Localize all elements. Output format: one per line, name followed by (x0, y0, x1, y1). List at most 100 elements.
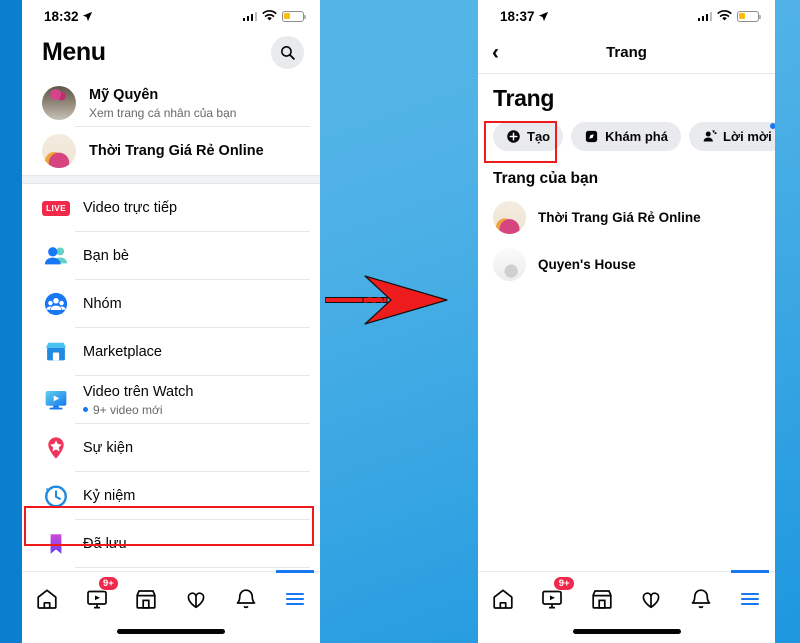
cellular-signal-icon (242, 11, 257, 21)
nav-home[interactable] (22, 582, 72, 616)
page-shortcut-name: Thời Trang Giá Rẻ Online (89, 142, 264, 159)
saved-bookmark-icon (42, 530, 70, 558)
dating-hearts-icon (642, 592, 660, 609)
profile-text: Mỹ Quyên Xem trang cá nhân của bạn (89, 86, 236, 119)
menu-item-events[interactable]: Sự kiện (22, 424, 320, 472)
status-bar-time: 18:37 (500, 8, 535, 24)
search-button[interactable] (271, 36, 304, 69)
location-arrow-icon (538, 11, 548, 21)
menu-item-marketplace[interactable]: Marketplace (22, 328, 320, 376)
menu-item-live[interactable]: LIVE Video trực tiếp (22, 184, 320, 232)
live-badge-text: LIVE (41, 200, 71, 216)
nav-dating[interactable] (171, 582, 221, 616)
friends-icon (42, 242, 70, 270)
profile-row[interactable]: Mỹ Quyên Xem trang cá nhân của bạn (22, 79, 320, 127)
section-title: Trang của bạn (493, 170, 599, 187)
nav-marketplace[interactable] (577, 582, 627, 616)
discover-icon (586, 130, 598, 143)
marketplace-icon (591, 590, 612, 609)
chip-create[interactable]: Tạo (493, 122, 564, 151)
location-arrow-icon (82, 11, 92, 21)
bottom-navigation-right: 9+ (478, 570, 776, 643)
red-right-arrow (324, 272, 475, 328)
status-bar-time-group: 18:37 (500, 9, 549, 24)
status-bar-time-group: 18:32 (44, 9, 93, 24)
watch-icon (42, 386, 70, 414)
menu-item-watch[interactable]: Video trên Watch 9+ video mới (22, 376, 320, 424)
chip-label: Tạo (527, 129, 551, 144)
nav-dating[interactable] (627, 582, 677, 616)
nav-menu[interactable] (726, 570, 776, 616)
plus-circle-icon (507, 130, 520, 143)
home-icon (493, 589, 513, 609)
status-bar-left: 18:32 (22, 0, 320, 32)
cellular-signal-icon (697, 11, 712, 21)
nav-watch[interactable]: 9+ (528, 576, 578, 616)
page-name: Quyen's House (538, 257, 636, 272)
wifi-icon (717, 10, 732, 21)
live-badge-icon: LIVE (41, 194, 71, 222)
menu-hamburger-icon (286, 592, 305, 606)
chip-discover[interactable]: Khám phá (571, 122, 681, 151)
menu-item-friends[interactable]: Bạn bè (22, 232, 320, 280)
menu-hamburger-icon (741, 592, 760, 606)
wifi-icon (262, 10, 277, 21)
search-icon (281, 46, 295, 60)
section-separator (22, 175, 320, 184)
watch-badge: 9+ (97, 576, 120, 591)
bottom-navigation-left: 9+ (22, 570, 320, 643)
menu-item-label: Kỷ niệm (83, 487, 136, 504)
home-icon (37, 589, 57, 609)
status-bar-indicators (697, 10, 762, 22)
menu-item-label: Bạn bè (83, 247, 129, 264)
page-name: Thời Trang Giá Rẻ Online (538, 210, 701, 225)
menu-header: Menu (22, 32, 320, 79)
nav-notifications[interactable] (676, 582, 726, 616)
nav-home[interactable] (478, 582, 528, 616)
menu-item-watch-text: Video trên Watch 9+ video mới (83, 383, 193, 416)
menu-item-label: Đã lưu (83, 535, 127, 552)
nav-menu[interactable] (270, 570, 320, 616)
chip-notification-dot (769, 123, 775, 129)
page-shortcut-text: Thời Trang Giá Rẻ Online (89, 142, 264, 160)
profile-name: Mỹ Quyên (89, 87, 159, 104)
left-phone-screen: 18:32 Menu Mỹ Quyên Xem trang cá nhân củ… (22, 0, 320, 643)
notifications-bell-icon (236, 589, 255, 609)
battery-low-icon (282, 10, 307, 22)
nav-marketplace[interactable] (121, 582, 171, 616)
avatar (42, 86, 76, 120)
chip-invites[interactable]: Lời mời (688, 122, 775, 151)
nav-watch[interactable]: 9+ (72, 576, 122, 616)
marketplace-icon (136, 590, 156, 609)
page-heading: Trang (493, 85, 555, 111)
chip-label: Khám phá (605, 129, 668, 144)
memories-icon (42, 482, 70, 510)
page-title: Menu (42, 38, 106, 66)
chip-label: Lời mời (722, 129, 772, 144)
groups-icon (42, 290, 70, 318)
navigation-header: ‹ Trang (478, 32, 775, 74)
menu-item-label: Video trực tiếp (83, 199, 178, 216)
status-bar-indicators (242, 10, 307, 22)
dating-hearts-icon (187, 592, 205, 609)
menu-item-label: Marketplace (83, 343, 162, 360)
notifications-bell-icon (691, 589, 711, 609)
page-list-item[interactable]: Thời Trang Giá Rẻ Online (478, 194, 775, 241)
events-icon (42, 434, 70, 462)
page-list-item[interactable]: Quyen's House (478, 241, 775, 288)
status-bar-time: 18:32 (44, 8, 79, 24)
menu-item-saved[interactable]: Đã lưu (22, 520, 320, 568)
nav-notifications[interactable] (221, 582, 271, 616)
marketplace-icon (42, 338, 70, 366)
avatar (493, 201, 526, 234)
person-invite-icon (703, 130, 717, 142)
page-shortcut-row[interactable]: Thời Trang Giá Rẻ Online (22, 127, 320, 175)
profile-subtitle: Xem trang cá nhân của bạn (89, 105, 237, 120)
menu-item-groups[interactable]: Nhóm (22, 280, 320, 328)
menu-item-sublabel: 9+ video mới (83, 403, 193, 417)
avatar (493, 248, 526, 281)
menu-item-label: Nhóm (83, 295, 122, 312)
menu-item-memories[interactable]: Kỷ niệm (22, 472, 320, 520)
watch-badge: 9+ (553, 576, 576, 591)
battery-low-icon (737, 10, 762, 22)
